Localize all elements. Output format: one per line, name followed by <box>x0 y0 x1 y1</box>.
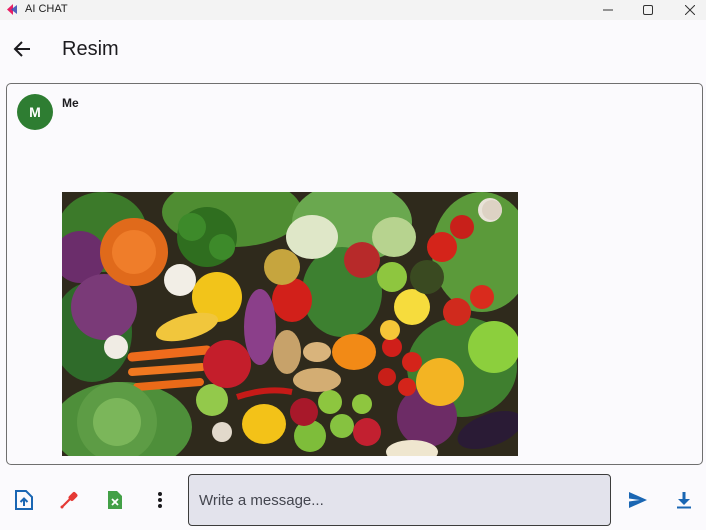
back-button[interactable] <box>10 37 34 61</box>
maximize-icon <box>643 5 653 15</box>
download-button[interactable] <box>672 488 696 512</box>
download-icon <box>677 492 691 509</box>
vegetables-illustration <box>62 192 518 456</box>
send-button[interactable] <box>626 488 650 512</box>
eyedropper-button[interactable] <box>57 488 81 512</box>
file-upload-icon <box>15 490 33 510</box>
upload-file-button[interactable] <box>12 488 36 512</box>
arrow-left-icon <box>13 41 30 57</box>
page-title: Resim <box>62 38 119 60</box>
close-button[interactable] <box>667 0 706 20</box>
eyedropper-icon <box>60 492 78 509</box>
delete-file-icon <box>108 491 122 509</box>
app-logo-icon <box>7 4 17 15</box>
window-title-bar: AI CHAT <box>0 0 706 20</box>
close-icon <box>685 5 695 15</box>
window-title: AI CHAT <box>25 3 68 15</box>
message-card: M Me <box>6 83 703 465</box>
vegetables-image[interactable] <box>62 192 518 456</box>
sender-name: Me <box>62 96 79 110</box>
message-input[interactable] <box>188 474 611 526</box>
maximize-button[interactable] <box>625 0 671 20</box>
more-vertical-icon <box>158 492 162 508</box>
avatar: M <box>17 94 53 130</box>
more-options-button[interactable] <box>148 488 172 512</box>
delete-file-button[interactable] <box>103 488 127 512</box>
minimize-icon <box>603 9 613 11</box>
send-icon <box>629 492 647 508</box>
